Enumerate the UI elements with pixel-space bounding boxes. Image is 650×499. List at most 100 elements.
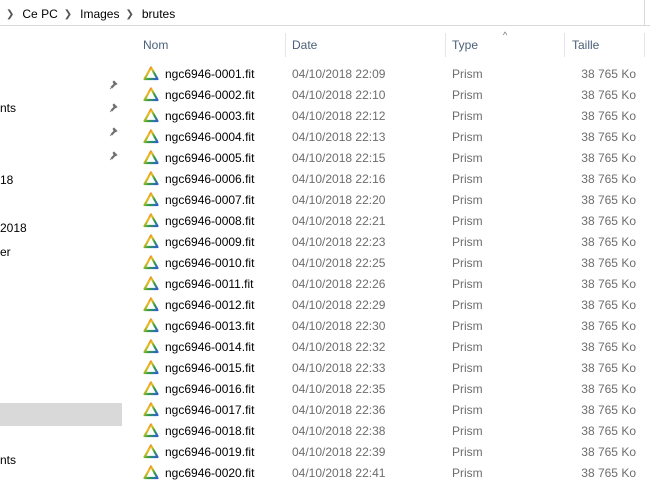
file-date: 04/10/2018 22:39 (292, 445, 386, 459)
file-name: ngc6946-0011.fit (165, 277, 254, 291)
chevron-right-icon[interactable]: ❯ (6, 9, 14, 20)
file-row[interactable]: ngc6946-0014.fit 04/10/2018 22:32 Prism 38 … (130, 336, 650, 357)
column-header-row: Nom Date Type ^ Taille (130, 30, 650, 57)
file-row[interactable]: ngc6946-0018.fit 04/10/2018 22:38 Prism 38 … (130, 420, 650, 441)
file-name: ngc6946-0003.fit (165, 109, 255, 123)
file-date: 04/10/2018 22:13 (292, 130, 386, 144)
file-type: Prism (452, 256, 483, 270)
file-date: 04/10/2018 22:41 (292, 466, 386, 480)
file-name: ngc6946-0012.fit (165, 298, 255, 312)
pin-icon[interactable] (109, 80, 119, 90)
file-type: Prism (452, 340, 483, 354)
file-date: 04/10/2018 22:35 (292, 382, 386, 396)
prism-file-icon (143, 318, 159, 333)
file-row[interactable]: ngc6946-0006.fit 04/10/2018 22:16 Prism 38 … (130, 168, 650, 189)
pin-icon[interactable] (109, 103, 119, 113)
file-size: 38 765 Ko (581, 172, 636, 186)
column-header-date[interactable]: Date (292, 38, 317, 52)
chevron-right-icon[interactable]: ❯ (125, 9, 133, 20)
file-date: 04/10/2018 22:26 (292, 277, 386, 291)
chevron-right-icon[interactable]: ❯ (64, 9, 72, 20)
column-header-name[interactable]: Nom (143, 38, 168, 52)
pin-icon[interactable] (109, 151, 119, 161)
file-list: ngc6946-0001.fit 04/10/2018 22:09 Prism 38 … (130, 63, 650, 483)
file-size: 38 765 Ko (581, 235, 636, 249)
nav-item-label[interactable]: er (0, 245, 11, 259)
file-date: 04/10/2018 22:33 (292, 361, 386, 375)
prism-file-icon (143, 297, 159, 312)
file-size: 38 765 Ko (581, 130, 636, 144)
file-date: 04/10/2018 22:38 (292, 424, 386, 438)
file-date: 04/10/2018 22:30 (292, 319, 386, 333)
column-divider[interactable] (285, 33, 286, 57)
nav-item-label[interactable]: 2018 (0, 221, 27, 235)
file-size: 38 765 Ko (581, 214, 636, 228)
file-row[interactable]: ngc6946-0015.fit 04/10/2018 22:33 Prism 38 … (130, 357, 650, 378)
file-row[interactable]: ngc6946-0013.fit 04/10/2018 22:30 Prism 38 … (130, 315, 650, 336)
file-type: Prism (452, 403, 483, 417)
nav-item-label[interactable]: nts (0, 453, 16, 467)
file-type: Prism (452, 109, 483, 123)
file-row[interactable]: ngc6946-0010.fit 04/10/2018 22:25 Prism 38 … (130, 252, 650, 273)
breadcrumb-item-this-pc[interactable]: Ce PC (22, 7, 57, 21)
file-row[interactable]: ngc6946-0004.fit 04/10/2018 22:13 Prism 38 … (130, 126, 650, 147)
file-name: ngc6946-0014.fit (165, 340, 255, 354)
nav-item-selected[interactable] (0, 403, 122, 426)
prism-file-icon (143, 66, 159, 81)
file-row[interactable]: ngc6946-0005.fit 04/10/2018 22:15 Prism 38 … (130, 147, 650, 168)
breadcrumb-item-brutes[interactable]: brutes (142, 7, 175, 21)
file-row[interactable]: ngc6946-0002.fit 04/10/2018 22:10 Prism 38 … (130, 84, 650, 105)
prism-file-icon (143, 192, 159, 207)
breadcrumb-item-images[interactable]: Images (80, 7, 119, 21)
address-bar[interactable]: ❯ Ce PC ❯ Images ❯ brutes (0, 0, 650, 26)
pin-icon[interactable] (109, 127, 119, 137)
prism-file-icon (143, 423, 159, 438)
file-size: 38 765 Ko (581, 277, 636, 291)
file-name: ngc6946-0005.fit (165, 151, 255, 165)
file-row[interactable]: ngc6946-0001.fit 04/10/2018 22:09 Prism 38 … (130, 63, 650, 84)
file-name: ngc6946-0010.fit (165, 256, 255, 270)
file-date: 04/10/2018 22:15 (292, 151, 386, 165)
column-divider[interactable] (644, 33, 645, 57)
file-row[interactable]: ngc6946-0016.fit 04/10/2018 22:35 Prism 38 … (130, 378, 650, 399)
file-row[interactable]: ngc6946-0011.fit 04/10/2018 22:26 Prism 38 … (130, 273, 650, 294)
prism-file-icon (143, 87, 159, 102)
file-size: 38 765 Ko (581, 88, 636, 102)
file-date: 04/10/2018 22:32 (292, 340, 386, 354)
nav-item-label[interactable]: nts (0, 101, 16, 115)
file-size: 38 765 Ko (581, 361, 636, 375)
file-type: Prism (452, 361, 483, 375)
file-size: 38 765 Ko (581, 445, 636, 459)
sort-ascending-icon: ^ (503, 30, 508, 40)
file-row[interactable]: ngc6946-0019.fit 04/10/2018 22:39 Prism 38 … (130, 441, 650, 462)
address-bar-divider (644, 0, 645, 26)
file-row[interactable]: ngc6946-0007.fit 04/10/2018 22:20 Prism 38 … (130, 189, 650, 210)
file-row[interactable]: ngc6946-0020.fit 04/10/2018 22:41 Prism 38 … (130, 462, 650, 483)
prism-file-icon (143, 402, 159, 417)
file-name: ngc6946-0006.fit (165, 172, 255, 186)
file-row[interactable]: ngc6946-0008.fit 04/10/2018 22:21 Prism 38 … (130, 210, 650, 231)
file-type: Prism (452, 172, 483, 186)
file-size: 38 765 Ko (581, 151, 636, 165)
file-row[interactable]: ngc6946-0017.fit 04/10/2018 22:36 Prism 38 … (130, 399, 650, 420)
file-type: Prism (452, 88, 483, 102)
column-header-size[interactable]: Taille (572, 38, 599, 52)
file-name: ngc6946-0002.fit (165, 88, 255, 102)
column-divider[interactable] (564, 33, 565, 57)
file-name: ngc6946-0017.fit (165, 403, 255, 417)
file-date: 04/10/2018 22:20 (292, 193, 386, 207)
file-size: 38 765 Ko (581, 193, 636, 207)
prism-file-icon (143, 108, 159, 123)
column-divider[interactable] (445, 33, 446, 57)
file-date: 04/10/2018 22:29 (292, 298, 386, 312)
file-row[interactable]: ngc6946-0009.fit 04/10/2018 22:23 Prism 38 … (130, 231, 650, 252)
nav-item-label[interactable]: 18 (0, 173, 13, 187)
file-date: 04/10/2018 22:23 (292, 235, 386, 249)
column-header-type[interactable]: Type (452, 38, 478, 52)
file-row[interactable]: ngc6946-0012.fit 04/10/2018 22:29 Prism 38 … (130, 294, 650, 315)
file-row[interactable]: ngc6946-0003.fit 04/10/2018 22:12 Prism 38 … (130, 105, 650, 126)
file-type: Prism (452, 424, 483, 438)
file-size: 38 765 Ko (581, 109, 636, 123)
file-size: 38 765 Ko (581, 256, 636, 270)
file-type: Prism (452, 214, 483, 228)
